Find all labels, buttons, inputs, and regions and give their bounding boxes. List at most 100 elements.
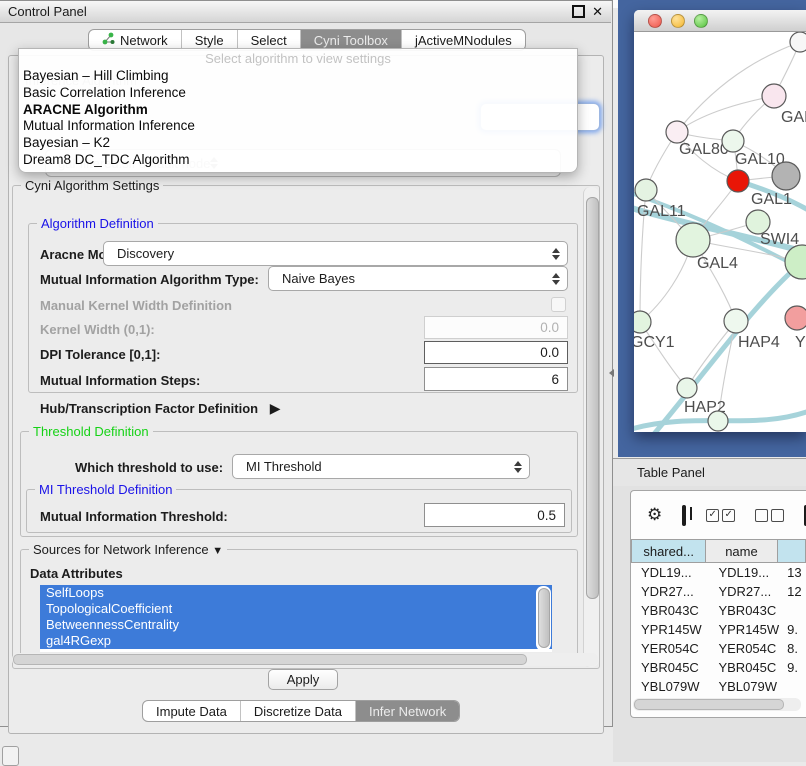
mi-threshold-field[interactable]: 0.5 bbox=[424, 503, 565, 527]
bottom-left-mini-icon[interactable] bbox=[2, 746, 19, 766]
stepper-icon bbox=[552, 248, 560, 260]
dpi-tolerance-field[interactable]: 0.0 bbox=[424, 341, 568, 364]
dpi-tolerance-value: 0.0 bbox=[540, 345, 559, 360]
data-attribute-item[interactable]: SelfLoops bbox=[40, 585, 552, 601]
network-node[interactable] bbox=[772, 162, 800, 190]
table-header-row: shared... name bbox=[631, 539, 806, 563]
bottom-tabbar: Impute Data Discretize Data Infer Networ… bbox=[142, 700, 460, 722]
sources-title: Sources for Network Inference bbox=[33, 542, 209, 557]
network-window-titlebar[interactable] bbox=[634, 10, 806, 32]
tab-style[interactable]: Style bbox=[181, 30, 237, 50]
data-attributes-list[interactable]: SelfLoopsTopologicalCoefficientBetweenne… bbox=[40, 585, 552, 652]
network-node-label: SWI4 bbox=[760, 231, 799, 248]
collapse-down-icon[interactable]: ▼ bbox=[212, 545, 223, 557]
mi-threshold-title: MI Threshold Definition bbox=[35, 482, 176, 497]
mi-type-combobox[interactable]: Naive Bayes bbox=[268, 266, 568, 291]
data-attribute-item[interactable]: TopologicalCoefficient bbox=[40, 601, 552, 617]
mi-threshold-label: Mutual Information Threshold: bbox=[40, 509, 228, 524]
network-node-gal1[interactable] bbox=[727, 170, 749, 192]
table-cell bbox=[787, 601, 806, 620]
network-node-gal[interactable] bbox=[762, 84, 786, 108]
table-row[interactable]: YBL079WYBL079W bbox=[631, 677, 806, 696]
aracne-mode-combobox[interactable]: Discovery bbox=[103, 241, 568, 266]
which-threshold-combobox[interactable]: MI Threshold bbox=[232, 454, 530, 479]
network-node-gcy1[interactable] bbox=[634, 311, 651, 333]
network-node-y[interactable] bbox=[785, 306, 806, 330]
popup-algorithm-item[interactable]: ARACNE Algorithm bbox=[19, 102, 577, 119]
column-header-shared[interactable]: shared... bbox=[631, 539, 706, 563]
popup-algorithm-item[interactable]: Mutual Information Inference bbox=[19, 118, 577, 135]
tab-infer-network[interactable]: Infer Network bbox=[355, 701, 459, 721]
tab-impute-data[interactable]: Impute Data bbox=[143, 701, 240, 721]
close-traffic-light-icon[interactable] bbox=[648, 14, 662, 28]
minimize-traffic-light-icon[interactable] bbox=[671, 14, 685, 28]
control-panel-window: Control Panel ✕ Network Style Select Cyn… bbox=[0, 0, 613, 727]
network-node-label: GAL bbox=[781, 109, 806, 126]
tab-label: Discretize Data bbox=[254, 704, 342, 719]
dpi-tolerance-label: DPI Tolerance [0,1]: bbox=[40, 347, 160, 362]
network-node-label: HAP4 bbox=[738, 334, 780, 351]
table-row[interactable]: YBR045CYBR045C9. bbox=[631, 658, 806, 677]
minimize-icon[interactable] bbox=[572, 5, 585, 18]
zoom-traffic-light-icon[interactable] bbox=[694, 14, 708, 28]
tab-cyni-toolbox[interactable]: Cyni Toolbox bbox=[300, 30, 401, 50]
tab-jactivemnodules[interactable]: jActiveMNodules bbox=[401, 30, 525, 50]
mi-steps-label: Mutual Information Steps: bbox=[40, 373, 200, 388]
popup-algorithm-item[interactable]: Bayesian – Hill Climbing bbox=[19, 68, 577, 85]
network-node-gal4[interactable] bbox=[676, 223, 710, 257]
tab-network[interactable]: Network bbox=[89, 30, 181, 50]
table-row[interactable]: YDR27...YDR27...12 bbox=[631, 582, 806, 601]
control-panel-title: Control Panel bbox=[8, 4, 87, 19]
table-cell: YDL19... bbox=[631, 563, 713, 582]
close-icon[interactable]: ✕ bbox=[592, 5, 603, 18]
column-header-name[interactable]: name bbox=[706, 539, 777, 563]
tab-discretize-data[interactable]: Discretize Data bbox=[240, 701, 355, 721]
table-row[interactable]: YDL19...YDL19...13 bbox=[631, 563, 806, 582]
group-title: Cyni Algorithm Settings bbox=[21, 178, 163, 193]
gear-icon[interactable]: ⚙ bbox=[647, 505, 662, 525]
network-node[interactable] bbox=[790, 32, 806, 52]
mi-steps-field[interactable]: 6 bbox=[424, 367, 568, 391]
pane-resize-marker[interactable] bbox=[609, 369, 614, 377]
sources-toggle[interactable]: Sources for Network Inference ▼ bbox=[29, 542, 227, 557]
expand-right-icon[interactable]: ▶ bbox=[270, 400, 281, 416]
network-node-gal11[interactable] bbox=[635, 179, 657, 201]
network-node[interactable] bbox=[708, 411, 728, 431]
network-node-label: GAL4 bbox=[697, 255, 738, 272]
apply-button[interactable]: Apply bbox=[268, 669, 338, 690]
split-columns-icon[interactable] bbox=[682, 505, 686, 526]
table-cell: YPR145W bbox=[713, 620, 787, 639]
table-hscrollbar[interactable] bbox=[633, 698, 801, 711]
table-row[interactable]: YPR145WYPR145W9. bbox=[631, 620, 806, 639]
table-row[interactable]: YBR043CYBR043C bbox=[631, 601, 806, 620]
settings-hscrollbar[interactable] bbox=[12, 653, 598, 666]
screen: { "window": { "title": "Control Panel", … bbox=[0, 0, 806, 762]
kernel-width-field[interactable]: 0.0 bbox=[424, 316, 568, 339]
tab-label: Cyni Toolbox bbox=[314, 33, 388, 48]
table-cell: YBR043C bbox=[713, 601, 787, 620]
column-header-partial[interactable] bbox=[778, 539, 806, 563]
hub-definition-toggle[interactable]: Hub/Transcription Factor Definition ▶ bbox=[40, 400, 281, 417]
show-columns-icon[interactable]: ✓✓ bbox=[706, 509, 735, 522]
settings-scrollbar[interactable] bbox=[583, 187, 599, 667]
table-row[interactable]: YER054CYER054C8. bbox=[631, 639, 806, 658]
tab-label: Impute Data bbox=[156, 704, 227, 719]
control-panel-titlebar[interactable]: Control Panel ✕ bbox=[0, 1, 611, 23]
manual-kernel-checkbox[interactable] bbox=[551, 297, 566, 312]
hide-columns-icon[interactable] bbox=[755, 509, 784, 522]
network-node-gal80[interactable] bbox=[666, 121, 688, 143]
popup-algorithm-item[interactable]: Bayesian – K2 bbox=[19, 135, 577, 152]
data-attribute-item[interactable]: gal4RGexp bbox=[40, 633, 552, 649]
data-attribute-item[interactable]: BetweennessCentrality bbox=[40, 617, 552, 633]
network-node-gal10[interactable] bbox=[722, 130, 744, 152]
table-cell: 12 bbox=[787, 582, 806, 601]
attributes-scrollbar[interactable] bbox=[536, 586, 551, 651]
tab-select[interactable]: Select bbox=[237, 30, 300, 50]
network-node-hap2[interactable] bbox=[677, 378, 697, 398]
popup-algorithm-item[interactable]: Basic Correlation Inference bbox=[19, 85, 577, 102]
network-canvas[interactable]: GALGAL80GAL10GAL1GAL11SWI4GAL4GCY1HAP4YH… bbox=[634, 32, 806, 432]
network-node-hap4[interactable] bbox=[724, 309, 748, 333]
tab-label: Network bbox=[120, 33, 168, 48]
popup-algorithm-item[interactable]: Dream8 DC_TDC Algorithm bbox=[19, 152, 577, 169]
network-view-window: GALGAL80GAL10GAL1GAL11SWI4GAL4GCY1HAP4YH… bbox=[634, 10, 806, 432]
